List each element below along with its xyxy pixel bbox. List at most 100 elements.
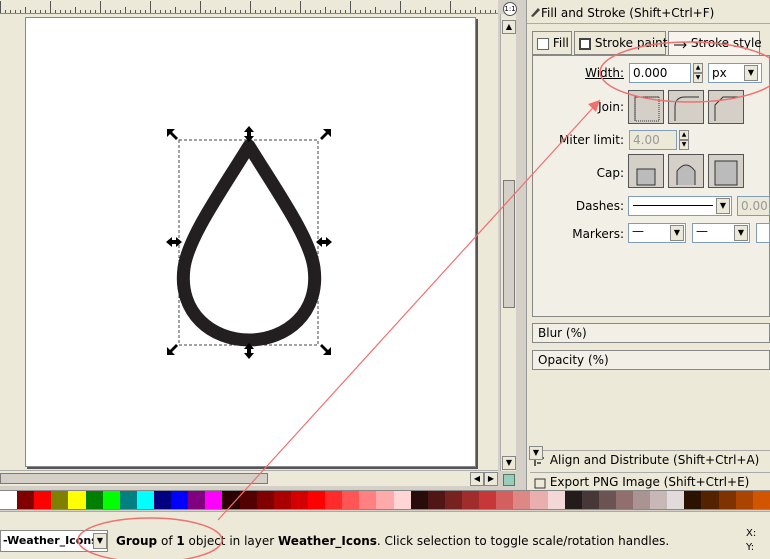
palette-swatch[interactable] bbox=[581, 491, 599, 509]
tab-fill[interactable]: Fill bbox=[532, 31, 572, 55]
ruler-tick bbox=[185, 10, 186, 13]
palette-swatch[interactable] bbox=[615, 491, 634, 509]
palette-swatch[interactable] bbox=[393, 491, 411, 509]
canvas-drawing[interactable] bbox=[150, 118, 350, 368]
palette-swatch[interactable] bbox=[205, 491, 223, 509]
ruler-tick bbox=[145, 10, 146, 13]
cap-square-button[interactable] bbox=[708, 154, 744, 188]
palette-swatch[interactable] bbox=[735, 491, 753, 509]
palette-swatch[interactable] bbox=[102, 491, 120, 509]
palette-swatch[interactable] bbox=[547, 491, 565, 509]
ruler-tick bbox=[125, 7, 126, 13]
join-round-button[interactable] bbox=[668, 90, 704, 124]
ruler-tick bbox=[350, 1, 351, 13]
ruler-tick bbox=[495, 10, 496, 13]
palette-swatch[interactable] bbox=[0, 491, 18, 509]
palette-swatch[interactable] bbox=[701, 491, 719, 509]
palette-swatch[interactable] bbox=[667, 491, 685, 509]
layer-dropdown-button[interactable]: ▼ bbox=[93, 533, 107, 549]
align-distribute-dock[interactable]: Align and Distribute (Shift+Ctrl+A) bbox=[530, 450, 770, 468]
palette-swatch[interactable] bbox=[598, 491, 616, 509]
miter-spin-down[interactable]: ▼ bbox=[679, 140, 689, 150]
layer-select[interactable]: -Weather_Icons bbox=[0, 530, 108, 552]
width-input[interactable]: 0.000 bbox=[629, 63, 691, 83]
panel-scroll-down[interactable]: ▼ bbox=[529, 446, 543, 460]
raindrop-icon bbox=[176, 139, 322, 347]
zoom-indicator[interactable]: 1:1 bbox=[503, 2, 517, 16]
ruler-tick bbox=[200, 1, 201, 13]
opacity-section[interactable]: Opacity (%) bbox=[532, 350, 770, 370]
dash-offset-input[interactable]: 0.00 bbox=[737, 196, 770, 216]
palette-swatch[interactable] bbox=[325, 491, 343, 509]
ruler-tick bbox=[485, 10, 486, 13]
horizontal-ruler[interactable] bbox=[0, 0, 498, 14]
join-bevel-button[interactable] bbox=[708, 90, 744, 124]
ruler-tick bbox=[225, 7, 226, 13]
palette-swatch[interactable] bbox=[188, 491, 206, 509]
palette-swatch[interactable] bbox=[34, 491, 52, 509]
palette-swatch[interactable] bbox=[17, 491, 35, 509]
palette-swatch[interactable] bbox=[564, 491, 582, 509]
cap-butt-button[interactable] bbox=[628, 154, 664, 188]
palette-swatch[interactable] bbox=[376, 491, 394, 509]
palette-swatch[interactable] bbox=[650, 491, 668, 509]
horizontal-scroll-thumb[interactable] bbox=[0, 473, 268, 484]
vertical-scroll-thumb[interactable] bbox=[503, 180, 515, 308]
palette-swatch[interactable] bbox=[496, 491, 514, 509]
palette-swatch[interactable] bbox=[136, 491, 154, 509]
join-miter-button[interactable] bbox=[628, 90, 664, 124]
palette-swatch[interactable] bbox=[68, 491, 86, 509]
scroll-right-button[interactable]: ▶ bbox=[484, 472, 498, 486]
palette-swatch[interactable] bbox=[359, 491, 377, 509]
palette-swatch[interactable] bbox=[85, 491, 103, 509]
palette-swatch[interactable] bbox=[342, 491, 360, 509]
scroll-left-button[interactable]: ◀ bbox=[470, 472, 484, 486]
palette-swatch[interactable] bbox=[410, 491, 428, 509]
palette-swatch[interactable] bbox=[427, 491, 445, 509]
width-spin-up[interactable]: ▲ bbox=[693, 63, 703, 73]
dashes-label: Dashes: bbox=[575, 199, 624, 213]
palette-swatch[interactable] bbox=[513, 491, 531, 509]
tab-stroke-style[interactable]: Stroke style bbox=[668, 31, 762, 55]
dashes-dropdown-button[interactable]: ▼ bbox=[716, 198, 730, 214]
palette-swatch[interactable] bbox=[684, 491, 702, 509]
ruler-tick bbox=[325, 7, 326, 13]
palette-swatch[interactable] bbox=[307, 491, 326, 509]
palette-swatch[interactable] bbox=[256, 491, 274, 509]
cap-round-button[interactable] bbox=[668, 154, 704, 188]
palette-swatch[interactable] bbox=[444, 491, 462, 509]
color-palette[interactable] bbox=[0, 490, 770, 510]
end-marker-select[interactable] bbox=[756, 223, 770, 243]
start-marker-dropdown[interactable]: ▼ bbox=[670, 225, 684, 241]
ruler-tick bbox=[425, 7, 426, 13]
scroll-up-button[interactable]: ▲ bbox=[502, 20, 516, 34]
tab-stroke-paint[interactable]: Stroke paint bbox=[574, 31, 668, 55]
palette-swatch[interactable] bbox=[239, 491, 257, 509]
blur-section[interactable]: Blur (%) bbox=[532, 323, 770, 343]
export-png-dock[interactable]: Export PNG Image (Shift+Ctrl+E) bbox=[530, 472, 770, 490]
palette-swatch[interactable] bbox=[752, 491, 770, 509]
miter-limit-input[interactable]: 4.00 bbox=[629, 130, 677, 150]
unit-dropdown-button[interactable]: ▼ bbox=[744, 65, 758, 81]
miter-spin-up[interactable]: ▲ bbox=[679, 130, 689, 140]
palette-swatch[interactable] bbox=[479, 491, 497, 509]
palette-swatch[interactable] bbox=[119, 491, 137, 509]
ruler-tick bbox=[205, 10, 206, 13]
ruler-tick bbox=[235, 10, 236, 13]
palette-swatch[interactable] bbox=[633, 491, 651, 509]
palette-swatch[interactable] bbox=[530, 491, 548, 509]
palette-swatch[interactable] bbox=[222, 491, 240, 509]
palette-swatch[interactable] bbox=[718, 491, 736, 509]
mid-marker-value: — bbox=[696, 224, 708, 238]
palette-swatch[interactable] bbox=[51, 491, 69, 509]
palette-swatch[interactable] bbox=[273, 491, 291, 509]
color-manage-icon[interactable] bbox=[503, 474, 515, 486]
width-spin-down[interactable]: ▼ bbox=[693, 73, 703, 83]
palette-swatch[interactable] bbox=[461, 491, 480, 509]
palette-swatch[interactable] bbox=[171, 491, 189, 509]
scroll-down-button[interactable]: ▼ bbox=[502, 456, 516, 470]
mid-marker-dropdown[interactable]: ▼ bbox=[734, 225, 748, 241]
ruler-tick bbox=[0, 1, 1, 13]
palette-swatch[interactable] bbox=[290, 491, 308, 509]
palette-swatch[interactable] bbox=[153, 491, 172, 509]
